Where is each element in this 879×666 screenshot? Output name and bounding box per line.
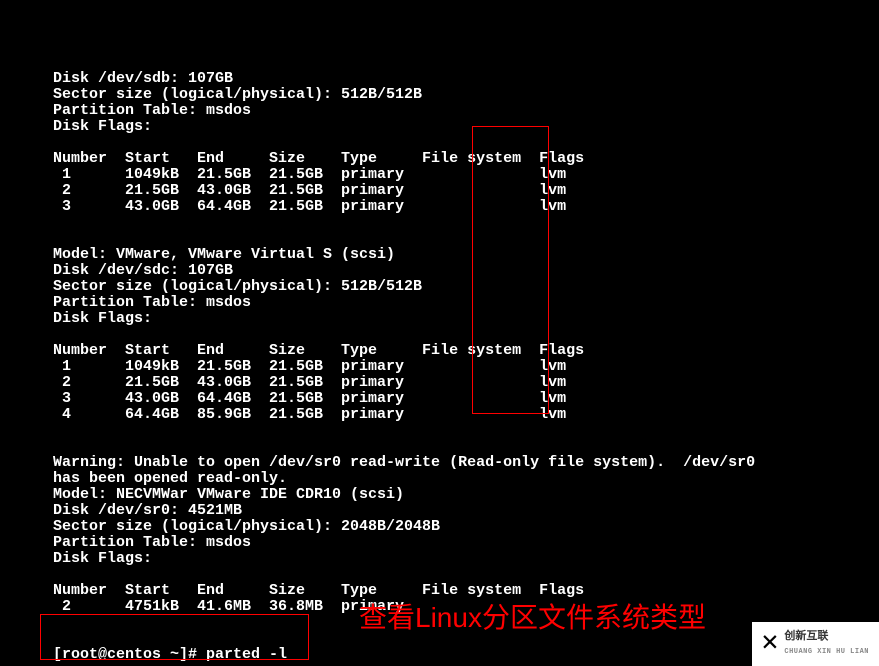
sr0-row: 2 4751kB 41.6MB 36.8MB primary xyxy=(53,598,404,615)
sdc-sector-line: Sector size (logical/physical): 512B/512… xyxy=(53,278,422,295)
watermark-en: CHUANG XIN HU LIAN xyxy=(784,644,869,660)
watermark-icon: ✕ xyxy=(762,636,779,652)
sdb-row: 2 21.5GB 43.0GB 21.5GB primary lvm xyxy=(53,182,566,199)
sr0-flags-line: Disk Flags: xyxy=(53,550,152,567)
sdc-row: 4 64.4GB 85.9GB 21.5GB primary lvm xyxy=(53,406,566,423)
sdc-row: 1 1049kB 21.5GB 21.5GB primary lvm xyxy=(53,358,566,375)
sr0-sector-line: Sector size (logical/physical): 2048B/20… xyxy=(53,518,440,535)
watermark-cn: 创新互联 xyxy=(784,628,869,644)
sdc-flags-line: Disk Flags: xyxy=(53,310,152,327)
sdb-row: 3 43.0GB 64.4GB 21.5GB primary lvm xyxy=(53,198,566,215)
sr0-model-line: Model: NECVMWar VMware IDE CDR10 (scsi) xyxy=(53,486,404,503)
watermark: ✕ 创新互联 CHUANG XIN HU LIAN xyxy=(752,622,879,666)
sdb-disk-line: Disk /dev/sdb: 107GB xyxy=(53,70,233,87)
sdb-header: Number Start End Size Type File system F… xyxy=(53,150,584,167)
prompt-line[interactable]: [root@centos ~]# parted -l xyxy=(53,646,287,663)
warning-line1: Warning: Unable to open /dev/sr0 read-wr… xyxy=(53,454,755,471)
sdc-row: 3 43.0GB 64.4GB 21.5GB primary lvm xyxy=(53,390,566,407)
sdc-disk-line: Disk /dev/sdc: 107GB xyxy=(53,262,233,279)
sdb-sector-line: Sector size (logical/physical): 512B/512… xyxy=(53,86,422,103)
sdc-pt-line: Partition Table: msdos xyxy=(53,294,251,311)
sr0-header: Number Start End Size Type File system F… xyxy=(53,582,584,599)
sdb-flags-line: Disk Flags: xyxy=(53,118,152,135)
annotation-text: 查看Linux分区文件系统类型 xyxy=(359,610,706,626)
sdb-row: 1 1049kB 21.5GB 21.5GB primary lvm xyxy=(53,166,566,183)
sdc-header: Number Start End Size Type File system F… xyxy=(53,342,584,359)
sdb-pt-line: Partition Table: msdos xyxy=(53,102,251,119)
terminal-output[interactable]: Disk /dev/sdb: 107GB Sector size (logica… xyxy=(53,55,879,663)
sdc-model-line: Model: VMware, VMware Virtual S (scsi) xyxy=(53,246,395,263)
sdc-row: 2 21.5GB 43.0GB 21.5GB primary lvm xyxy=(53,374,566,391)
sr0-disk-line: Disk /dev/sr0: 4521MB xyxy=(53,502,242,519)
sr0-pt-line: Partition Table: msdos xyxy=(53,534,251,551)
warning-line2: has been opened read-only. xyxy=(53,470,287,487)
